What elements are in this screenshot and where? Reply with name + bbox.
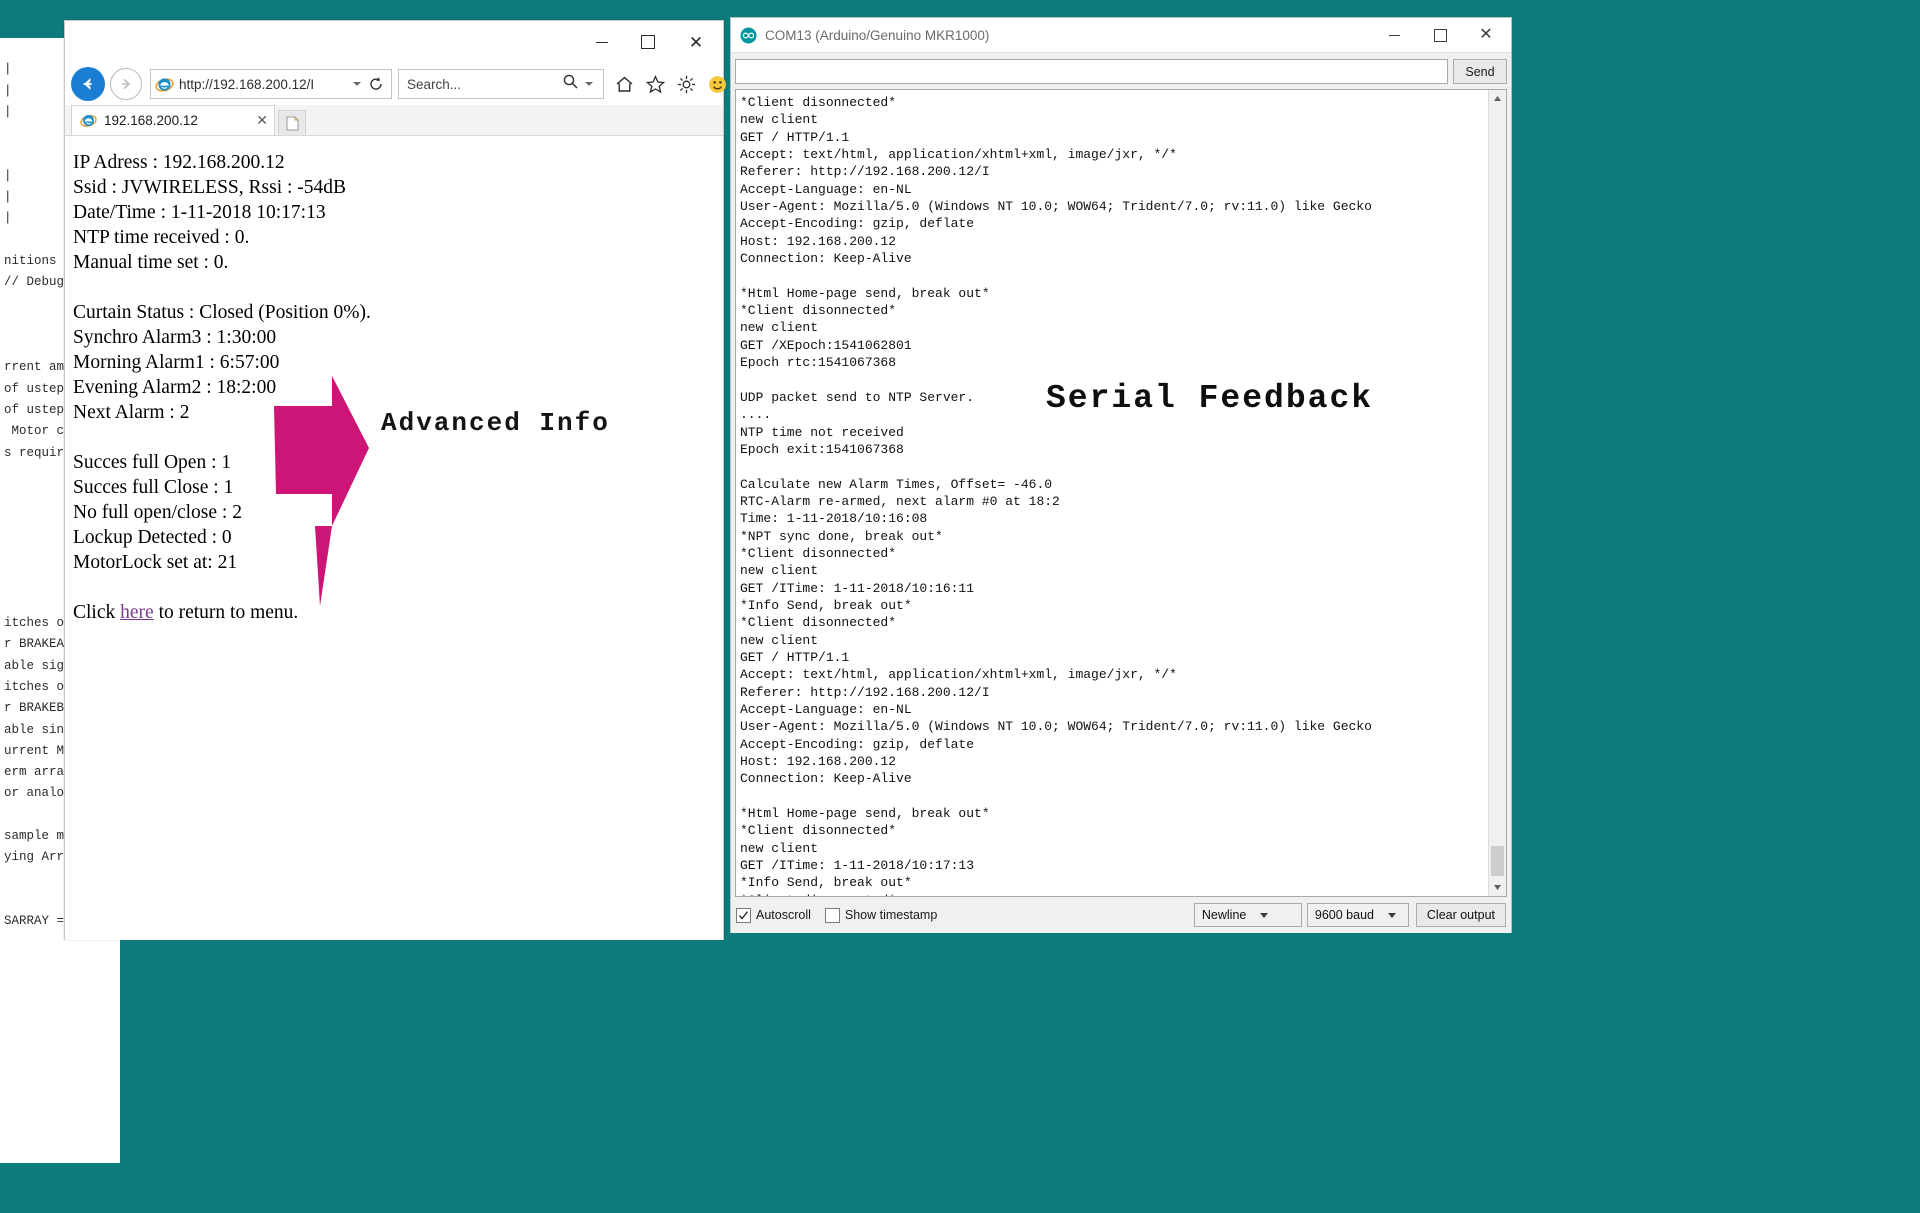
address-bar-url: http://192.168.200.12/I [179, 76, 315, 92]
gear-icon[interactable] [676, 74, 697, 95]
back-arrow-icon[interactable] [71, 67, 105, 101]
chevron-down-icon [1260, 912, 1269, 918]
arduino-infinity-icon [740, 27, 757, 44]
search-input[interactable]: Search... [398, 69, 604, 99]
serial-minimize-button[interactable] [1371, 19, 1417, 52]
magnifier-icon[interactable] [562, 73, 579, 95]
home-icon[interactable] [614, 74, 635, 95]
chevron-down-icon[interactable] [353, 82, 361, 86]
page-status-line: Date/Time : 1-11-2018 10:17:13 [73, 202, 326, 223]
scrollbar-thumb[interactable] [1491, 846, 1504, 876]
chevron-down-icon [1387, 912, 1396, 918]
clear-output-button[interactable]: Clear output [1415, 903, 1506, 927]
line-ending-value: Newline [1201, 908, 1247, 922]
show-timestamp-label: Show timestamp [844, 908, 938, 922]
page-status-line: Ssid : JVWIRELESS, Rssi : -54dB [73, 177, 347, 198]
new-tab-icon[interactable] [278, 110, 306, 135]
return-to-menu-link[interactable]: here [120, 602, 154, 623]
browser-title-bar: ✕ [65, 21, 723, 63]
serial-feedback-annotation-label: Serial Feedback [1046, 380, 1374, 417]
smiley-icon[interactable] [707, 74, 728, 95]
address-bar[interactable]: http://192.168.200.12/I [150, 69, 392, 99]
page-status-line: Curtain Status : Closed (Position 0%). [73, 302, 371, 323]
baud-rate-select[interactable]: 9600 baud [1306, 903, 1409, 927]
serial-scrollbar[interactable] [1488, 90, 1506, 896]
serial-output-log: *Client disonnected* new client GET / HT… [740, 95, 1372, 896]
serial-output-area: *Client disonnected* new client GET / HT… [735, 89, 1507, 897]
desktop-bottom-band [0, 1168, 1920, 1213]
search-chevron-down-icon[interactable] [585, 82, 593, 86]
page-status-line: Manual time set : 0. [73, 252, 229, 273]
search-placeholder-text: Search... [407, 76, 462, 92]
page-status-line: Morning Alarm1 : 6:57:00 [73, 352, 280, 373]
serial-command-input[interactable] [735, 59, 1448, 84]
browser-close-button[interactable]: ✕ [673, 21, 719, 63]
tab-close-icon[interactable]: ✕ [256, 112, 268, 129]
serial-close-button[interactable]: ✕ [1463, 19, 1509, 52]
magenta-arrow-annotation [274, 376, 369, 606]
browser-tab-strip: 192.168.200.12 ✕ [65, 105, 723, 136]
browser-navigation-bar: http://192.168.200.12/I Search... [65, 63, 726, 105]
show-timestamp-checkbox[interactable]: Show timestamp [824, 907, 938, 923]
browser-tab-title: 192.168.200.12 [104, 113, 198, 128]
browser-minimize-button[interactable] [579, 21, 625, 63]
autoscroll-checkbox[interactable]: Autoscroll [736, 907, 811, 923]
return-to-menu-prefix: Click [73, 602, 121, 623]
serial-monitor-bottom-bar: Autoscroll Show timestamp Newline 9600 b… [731, 897, 1511, 933]
page-status-line: NTP time received : 0. [73, 227, 250, 248]
line-ending-select[interactable]: Newline [1193, 903, 1302, 927]
browser-maximize-button[interactable] [625, 21, 671, 63]
checkbox-checked-icon [736, 907, 751, 923]
ie-logo-icon [155, 75, 174, 94]
internet-explorer-window: ✕ http://192.168.200.12/I Search... 192.… [64, 20, 726, 940]
send-button[interactable]: Send [1453, 59, 1507, 84]
browser-toolbar-icons [614, 74, 728, 95]
favorites-star-icon[interactable] [645, 74, 666, 95]
ie-logo-icon [80, 112, 97, 129]
serial-maximize-button[interactable] [1417, 19, 1463, 52]
advanced-info-annotation-label: Advanced Info [381, 408, 610, 438]
refresh-icon[interactable] [367, 75, 385, 93]
baud-rate-value: 9600 baud [1314, 908, 1374, 922]
page-status-line: IP Adress : 192.168.200.12 [73, 152, 285, 173]
checkbox-unchecked-icon [824, 907, 840, 923]
forward-arrow-icon[interactable] [110, 68, 142, 100]
browser-tab[interactable]: 192.168.200.12 ✕ [71, 105, 275, 135]
scroll-up-icon[interactable] [1489, 90, 1506, 107]
browser-page-content: IP Adress : 192.168.200.12 Ssid : JVWIREL… [65, 136, 723, 940]
autoscroll-label: Autoscroll [756, 908, 811, 922]
serial-send-row: Send [731, 53, 1511, 89]
page-status-line: Synchro Alarm3 : 1:30:00 [73, 327, 277, 348]
scroll-down-icon[interactable] [1489, 879, 1506, 896]
serial-monitor-window: COM13 (Arduino/Genuino MKR1000) ✕ Send *… [730, 17, 1512, 933]
page-blank-line [73, 275, 371, 300]
serial-monitor-title: COM13 (Arduino/Genuino MKR1000) [765, 27, 990, 43]
serial-monitor-title-bar: COM13 (Arduino/Genuino MKR1000) ✕ [731, 18, 1511, 53]
